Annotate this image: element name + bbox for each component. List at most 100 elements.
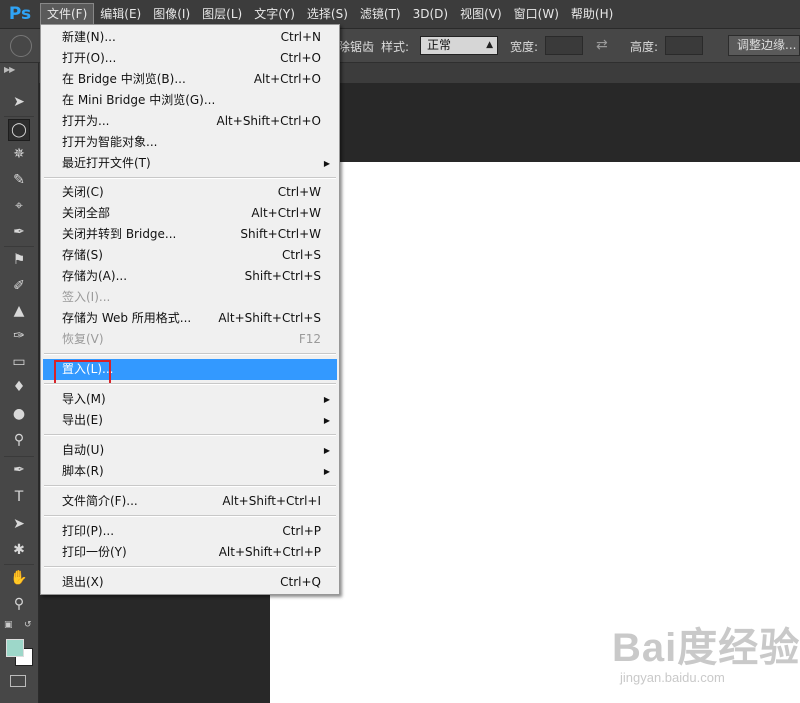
menu-separator: [44, 177, 336, 179]
menu-item-shortcut: Ctrl+P: [282, 524, 321, 538]
swap-arrows-icon[interactable]: ⇄: [596, 37, 608, 53]
menu-item-close-all[interactable]: 关闭全部 Alt+Ctrl+W: [43, 203, 337, 224]
move-tool-icon[interactable]: ➤: [8, 91, 30, 113]
menu-item-shortcut: Ctrl+Q: [280, 575, 321, 589]
menu-help[interactable]: 帮助(H): [565, 3, 619, 25]
menu-item-open-recent[interactable]: 最近打开文件(T) ▶: [43, 153, 337, 174]
dodge-tool-icon[interactable]: ⚲: [8, 429, 30, 451]
eraser-tool-icon[interactable]: ▭: [8, 351, 30, 373]
menu-item-save-as[interactable]: 存储为(A)... Shift+Ctrl+S: [43, 266, 337, 287]
menu-file[interactable]: 文件(F): [40, 3, 95, 25]
menu-type[interactable]: 文字(Y): [248, 3, 301, 25]
submenu-arrow-icon: ▶: [323, 467, 330, 476]
menu-item-label: 最近打开文件(T): [62, 156, 151, 170]
menu-item-open-as-smart-object[interactable]: 打开为智能对象...: [43, 132, 337, 153]
menu-item-label: 存储为 Web 所用格式...: [62, 311, 192, 325]
antialias-label: 除锯齿: [338, 40, 375, 54]
menu-item-shortcut: Shift+Ctrl+S: [244, 269, 321, 283]
menu-item-label: 签入(I)...: [62, 290, 111, 304]
menu-item-new[interactable]: 新建(N)... Ctrl+N: [43, 27, 337, 48]
menu-item-save-for-web[interactable]: 存储为 Web 所用格式... Alt+Shift+Ctrl+S: [43, 308, 337, 329]
clone-stamp-tool-icon[interactable]: ▲: [8, 300, 30, 322]
path-selection-tool-icon[interactable]: ➤: [8, 513, 30, 535]
menu-item-shortcut: Alt+Shift+Ctrl+O: [216, 114, 321, 128]
quick-selection-tool-icon[interactable]: ✎: [8, 169, 30, 191]
menu-item-browse-in-bridge[interactable]: 在 Bridge 中浏览(B)... Alt+Ctrl+O: [43, 69, 337, 90]
menu-3d[interactable]: 3D(D): [407, 3, 454, 25]
foreground-color-swatch[interactable]: [6, 639, 24, 657]
healing-brush-tool-icon[interactable]: ⚑: [8, 249, 30, 271]
menu-item-label: 导入(M): [62, 392, 106, 406]
menu-item-label: 脚本(R): [62, 464, 104, 478]
custom-shape-tool-icon[interactable]: ✱: [8, 539, 30, 561]
quick-mask-icon[interactable]: [10, 675, 26, 687]
refine-edge-button[interactable]: 调整边缘...: [728, 35, 800, 56]
submenu-arrow-icon: ▶: [323, 446, 330, 455]
menu-item-export[interactable]: 导出(E) ▶: [43, 410, 337, 431]
panel-collapse-icon[interactable]: ▶▶: [4, 65, 15, 74]
crop-tool-icon[interactable]: ⌖: [8, 195, 30, 217]
menu-item-exit[interactable]: 退出(X) Ctrl+Q: [43, 572, 337, 593]
menu-item-open[interactable]: 打开(O)... Ctrl+O: [43, 48, 337, 69]
menu-item-shortcut: Shift+Ctrl+W: [240, 227, 321, 241]
menu-view[interactable]: 视图(V): [454, 3, 508, 25]
menu-layer[interactable]: 图层(L): [196, 3, 248, 25]
menu-item-label: 恢复(V): [62, 332, 104, 346]
menu-window[interactable]: 窗口(W): [508, 3, 565, 25]
watermark-logo: Bai度经验: [612, 626, 800, 670]
menu-select[interactable]: 选择(S): [301, 3, 354, 25]
eyedropper-tool-icon[interactable]: ✒: [8, 221, 30, 243]
style-select-value: 正常: [427, 38, 452, 52]
menu-item-label: 文件简介(F)...: [62, 494, 138, 508]
menu-item-print[interactable]: 打印(P)... Ctrl+P: [43, 521, 337, 542]
menu-item-save[interactable]: 存储(S) Ctrl+S: [43, 245, 337, 266]
paint-bucket-tool-icon[interactable]: ♦: [8, 376, 30, 398]
style-select[interactable]: 正常 ▲︎: [420, 36, 498, 55]
menu-item-browse-in-mini-bridge[interactable]: 在 Mini Bridge 中浏览(G)...: [43, 90, 337, 111]
menu-item-revert: 恢复(V) F12: [43, 329, 337, 350]
submenu-arrow-icon: ▶: [323, 159, 330, 168]
menu-edit[interactable]: 编辑(E): [94, 3, 147, 25]
menu-item-shortcut: F12: [298, 332, 321, 346]
menu-item-label: 打开(O)...: [62, 51, 117, 65]
menu-item-close-and-go-to-bridge[interactable]: 关闭并转到 Bridge... Shift+Ctrl+W: [43, 224, 337, 245]
lasso-tool-icon[interactable]: ✵: [8, 143, 30, 165]
menu-item-scripts[interactable]: 脚本(R) ▶: [43, 461, 337, 482]
style-label: 样式:: [381, 40, 410, 54]
photoshop-logo-icon[interactable]: Ps: [6, 3, 34, 25]
swap-colors-icon[interactable]: ↺: [24, 620, 32, 630]
brush-tool-icon[interactable]: ✐: [8, 275, 30, 297]
menu-item-shortcut: Ctrl+O: [280, 51, 321, 65]
tools-panel: ▶▶ ➤ ◯ ✵ ✎ ⌖ ✒ ⚑ ✐ ▲ ✑ ▭ ♦ ● ⚲ ✒ T ➤ ✱ ✋…: [0, 63, 39, 703]
submenu-arrow-icon: ▶: [323, 395, 330, 404]
blur-tool-icon[interactable]: ●: [8, 403, 30, 425]
chevron-updown-icon: ▲︎: [486, 40, 493, 50]
menu-item-automate[interactable]: 自动(U) ▶: [43, 440, 337, 461]
menu-item-file-info[interactable]: 文件简介(F)... Alt+Shift+Ctrl+I: [43, 491, 337, 512]
zoom-tool-icon[interactable]: ⚲: [8, 593, 30, 615]
menu-item-label: 存储为(A)...: [62, 269, 128, 283]
menu-item-shortcut: Ctrl+N: [280, 30, 321, 44]
menu-item-shortcut: Alt+Shift+Ctrl+I: [222, 494, 321, 508]
height-input[interactable]: [665, 36, 703, 55]
elliptical-marquee-tool-icon[interactable]: ◯: [8, 119, 30, 141]
pen-tool-icon[interactable]: ✒: [8, 459, 30, 481]
menu-item-label: 打开为智能对象...: [62, 135, 158, 149]
menu-item-print-one-copy[interactable]: 打印一份(Y) Alt+Shift+Ctrl+P: [43, 542, 337, 563]
menu-image[interactable]: 图像(I): [147, 3, 196, 25]
elliptical-marquee-preset-icon[interactable]: [10, 35, 32, 57]
hand-tool-icon[interactable]: ✋: [8, 567, 30, 589]
width-input[interactable]: [545, 36, 583, 55]
menu-item-close[interactable]: 关闭(C) Ctrl+W: [43, 182, 337, 203]
menu-item-label: 导出(E): [62, 413, 103, 427]
menu-item-shortcut: Ctrl+W: [277, 185, 321, 199]
tool-separator: [4, 116, 34, 117]
menu-separator: [44, 434, 336, 436]
menu-item-open-as[interactable]: 打开为... Alt+Shift+Ctrl+O: [43, 111, 337, 132]
history-brush-tool-icon[interactable]: ✑: [8, 325, 30, 347]
menu-item-label: 自动(U): [62, 443, 105, 457]
type-tool-icon[interactable]: T: [8, 486, 30, 508]
menu-filter[interactable]: 滤镜(T): [354, 3, 407, 25]
default-colors-icon[interactable]: ▣: [4, 620, 13, 630]
menu-item-import[interactable]: 导入(M) ▶: [43, 389, 337, 410]
